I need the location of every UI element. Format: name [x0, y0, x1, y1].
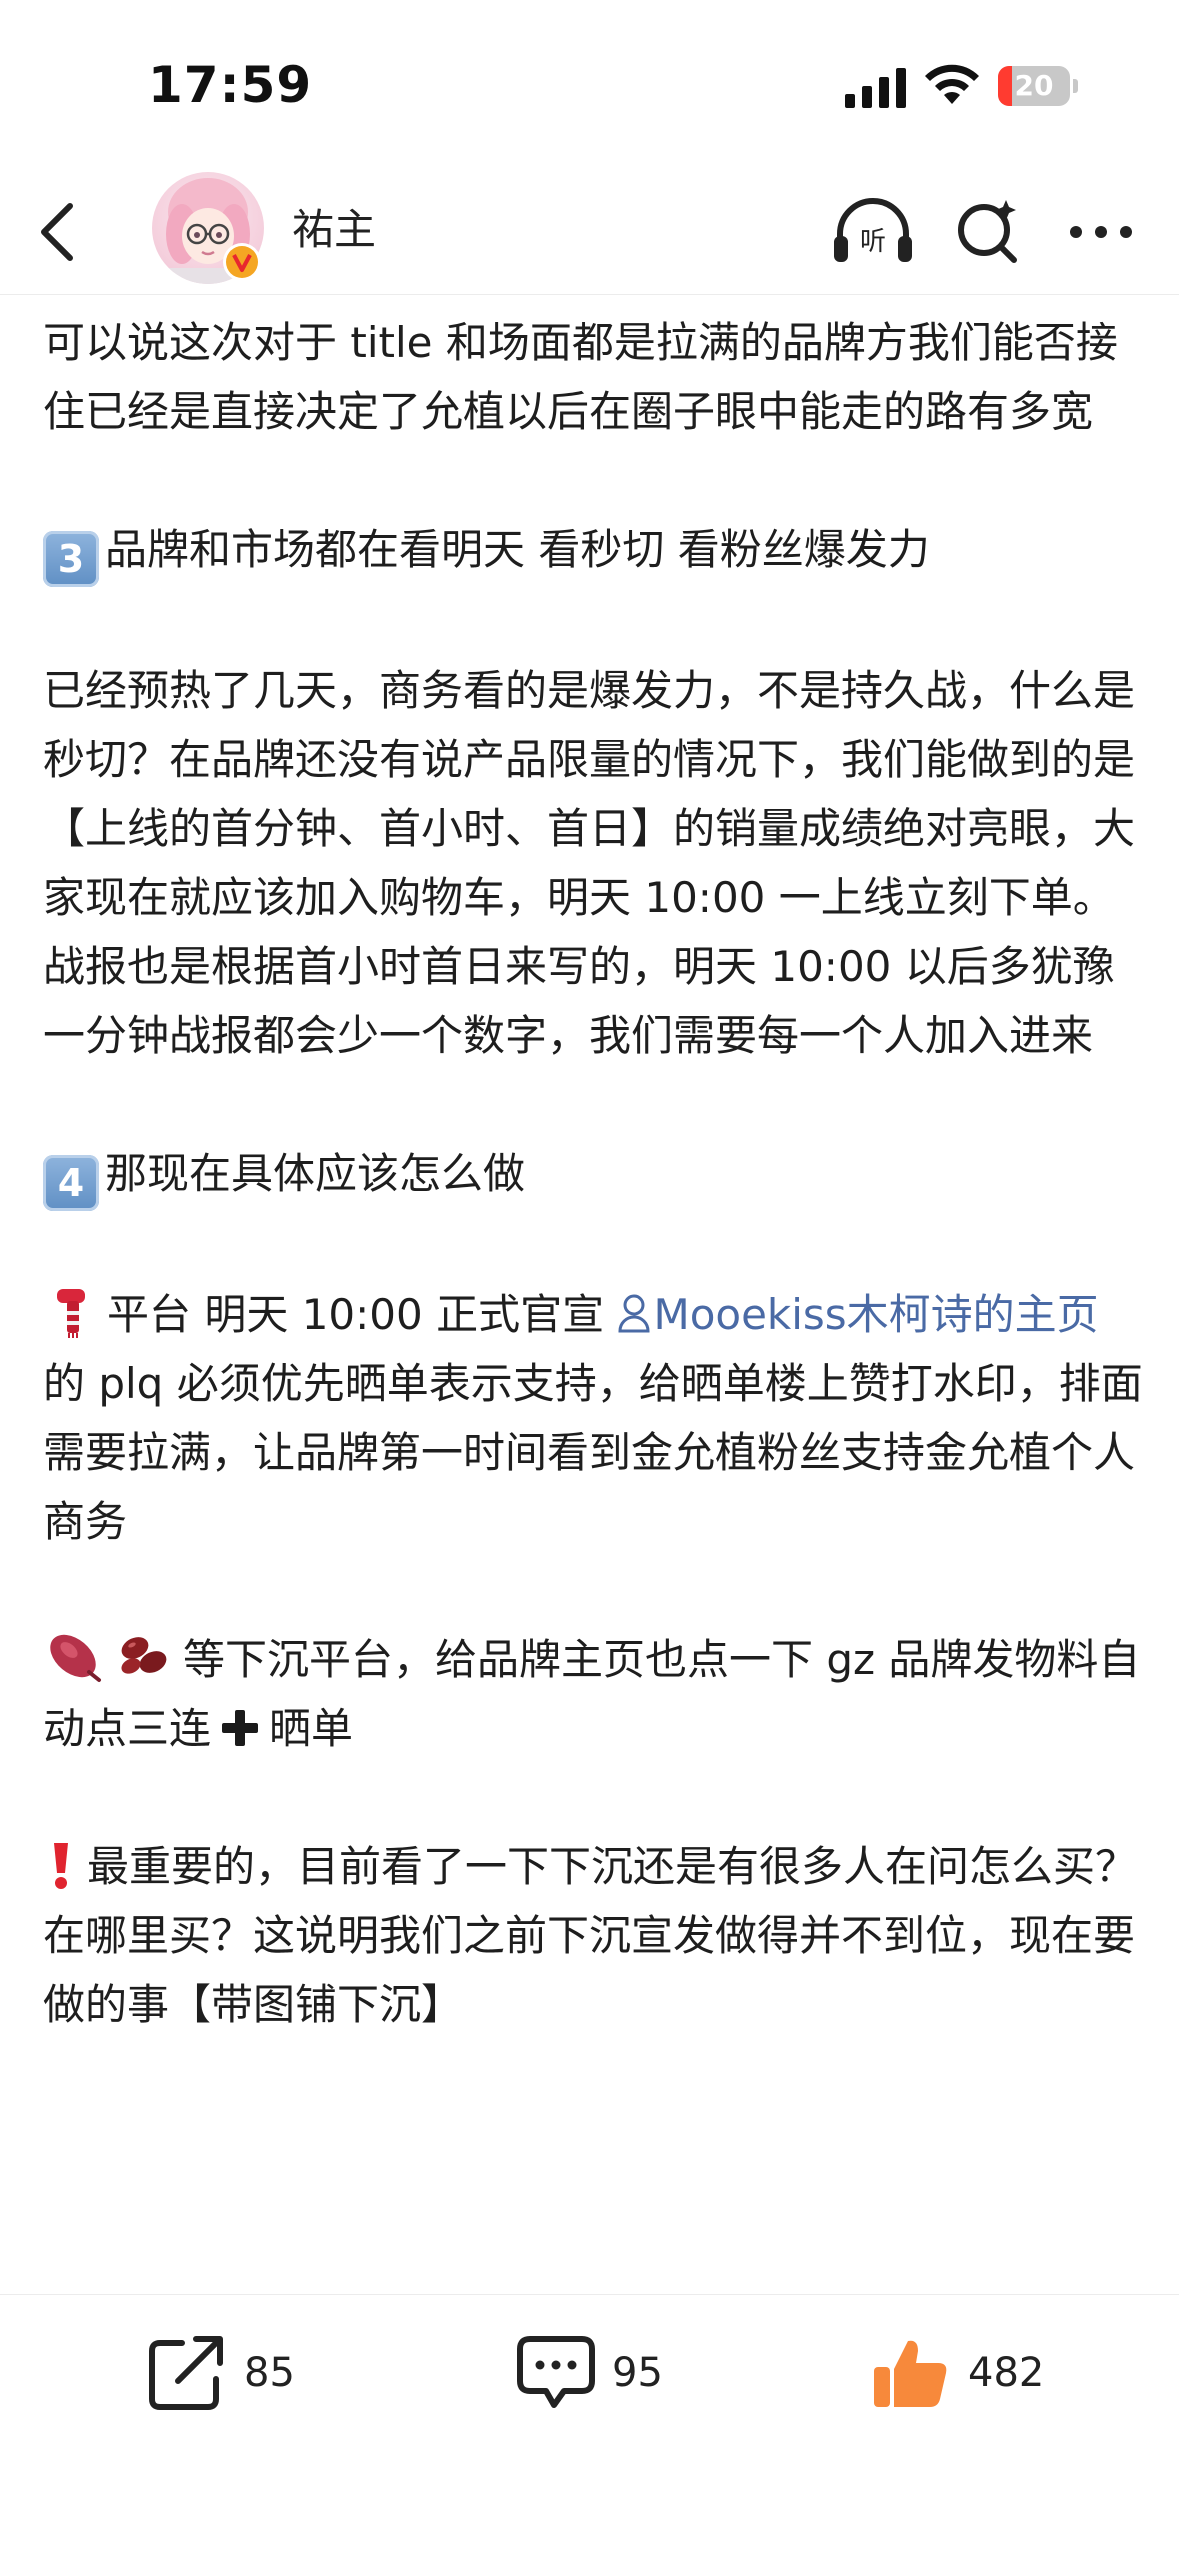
platform-text-after: 的 plq 必须优先晒单表示支持，给晒单楼上赞打水印，排面需要拉满，让品牌第一时…	[43, 1359, 1143, 1546]
beans-emoji-icon	[121, 1637, 167, 1674]
wifi-icon	[925, 64, 979, 104]
downstream-text-before: 等下沉平台，给品牌主页也点一下 gz 品牌发物料自动点三连	[43, 1635, 1141, 1753]
back-arrow-icon[interactable]	[30, 198, 86, 266]
battery-body: 20	[998, 66, 1070, 106]
section-4-heading: 4 那现在具体应该怎么做	[43, 1139, 1143, 1211]
platform-text-before: 平台 明天 10:00 正式官宣	[107, 1290, 618, 1339]
post-paragraph-important: 最重要的，目前看了一下下沉还是有很多人在问怎么买？在哪里买？这说明我们之前下沉宣…	[43, 1832, 1143, 2039]
verified-badge-icon	[223, 243, 261, 281]
status-bar: 17:59 20	[0, 0, 1179, 170]
comment-count: 95	[612, 2350, 663, 2396]
downstream-text-after: 晒单	[269, 1704, 354, 1753]
like-button[interactable]: 482	[870, 2333, 1070, 2413]
share-icon	[149, 2336, 223, 2410]
search-icon[interactable]	[954, 196, 1024, 268]
battery-indicator: 20	[998, 66, 1078, 106]
keycap-3-icon: 3	[43, 531, 99, 587]
post-content: 可以说这次对于 title 和场面都是拉满的品牌方我们能否接住已经是直接决定了允…	[43, 308, 1143, 2039]
section-4-title: 那现在具体应该怎么做	[105, 1149, 526, 1198]
plus-emoji-icon	[222, 1710, 259, 1746]
more-options-icon[interactable]	[1066, 208, 1136, 256]
share-count: 85	[244, 2350, 295, 2396]
scarf-emoji-icon	[57, 1289, 85, 1338]
username[interactable]: 祐主	[292, 202, 376, 258]
thumbs-up-icon	[874, 2340, 947, 2407]
action-bar: 85 95 482	[0, 2294, 1179, 2455]
post-paragraph-downstream: 等下沉平台，给品牌主页也点一下 gz 品牌发物料自动点三连 晒单	[43, 1625, 1143, 1763]
keycap-4-icon: 4	[43, 1155, 99, 1211]
status-time: 17:59	[148, 56, 313, 114]
like-count: 482	[968, 2350, 1045, 2396]
post-paragraph: 已经预热了几天，商务看的是爆发力，不是持久战，什么是秒切？在品牌还没有说产品限量…	[43, 666, 1136, 1060]
important-text: 最重要的，目前看了一下下沉还是有很多人在问怎么买？在哪里买？这说明我们之前下沉宣…	[43, 1842, 1138, 2029]
listen-headphone-icon[interactable]: 听	[830, 194, 916, 270]
battery-level: 20	[1014, 69, 1054, 102]
listen-label: 听	[860, 227, 886, 257]
battery-cap	[1073, 79, 1078, 93]
sweet-potato-emoji-icon	[50, 1634, 101, 1682]
section-3-title: 品牌和市场都在看明天 看秒切 看粉丝爆发力	[105, 525, 930, 574]
mention-text[interactable]: Mooekiss木柯诗的主页	[653, 1290, 1098, 1339]
cellular-signal-icon	[845, 68, 906, 108]
mention-link[interactable]: Mooekiss木柯诗的主页	[617, 1290, 1099, 1339]
post-paragraph-platform: 平台 明天 10:00 正式官宣 Mooekiss木柯诗的主页 的 plq 必须…	[43, 1280, 1143, 1556]
nav-header: 祐主 听	[0, 170, 1179, 295]
comment-icon	[517, 2336, 595, 2408]
comment-button[interactable]: 95	[516, 2333, 676, 2413]
exclamation-emoji-icon	[54, 1843, 68, 1889]
share-button[interactable]: 85	[148, 2333, 308, 2413]
section-3-heading: 3 品牌和市场都在看明天 看秒切 看粉丝爆发力	[43, 515, 1143, 587]
user-icon	[618, 1294, 650, 1333]
post-paragraph: 可以说这次对于 title 和场面都是拉满的品牌方我们能否接住已经是直接决定了允…	[43, 318, 1118, 436]
